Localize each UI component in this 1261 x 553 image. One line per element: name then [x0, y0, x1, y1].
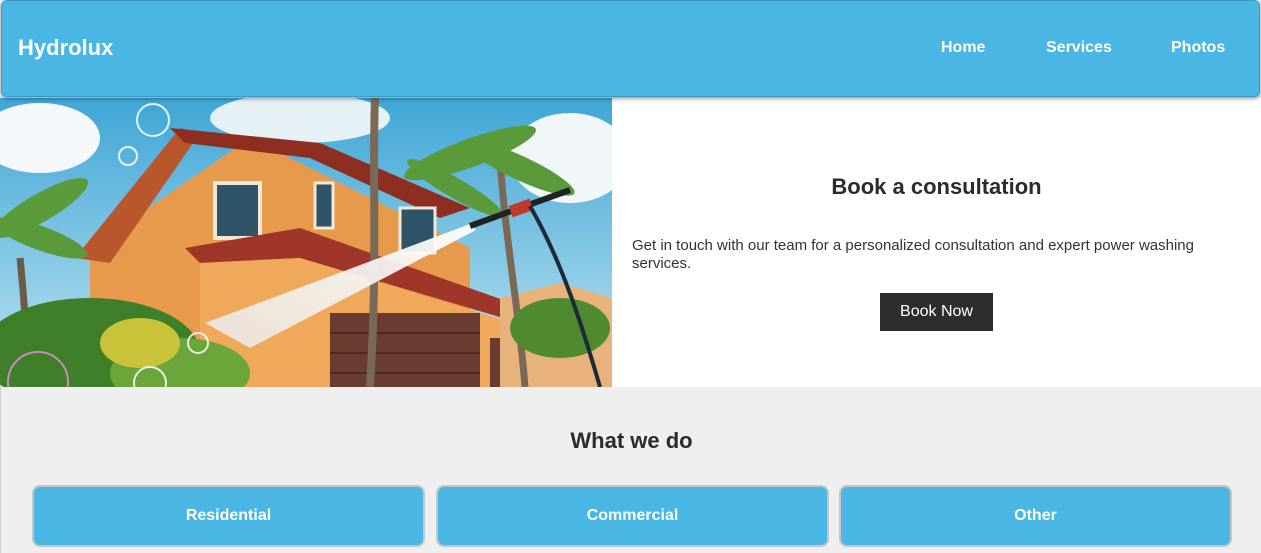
consultation-description: Get in touch with our team for a persona…: [632, 237, 1194, 272]
hero-section: Book a consultation Get in touch with ou…: [0, 98, 1261, 387]
brand-logo-text[interactable]: Hydrolux: [18, 35, 113, 61]
what-we-do-title: What we do: [570, 428, 693, 453]
nav-home-link[interactable]: Home: [941, 39, 985, 57]
service-card-commercial[interactable]: Commercial: [436, 485, 829, 547]
consultation-title: Book a consultation: [831, 174, 1042, 199]
service-card-residential[interactable]: Residential: [32, 485, 425, 547]
service-card-other[interactable]: Other: [839, 485, 1232, 547]
consultation-panel: Book a consultation Get in touch with ou…: [612, 98, 1261, 387]
nav-photos-link[interactable]: Photos: [1171, 39, 1225, 57]
page: Hydrolux Home Services Photos Book a con…: [0, 0, 1261, 553]
site-header: Hydrolux Home Services Photos: [1, 0, 1260, 97]
what-we-do-section: What we do Residential Commercial Other: [0, 387, 1261, 553]
hero-image: [0, 98, 612, 387]
house-power-washing-illustration: [0, 98, 612, 387]
book-now-button[interactable]: Book Now: [880, 293, 993, 331]
nav-services-link[interactable]: Services: [1046, 39, 1112, 57]
